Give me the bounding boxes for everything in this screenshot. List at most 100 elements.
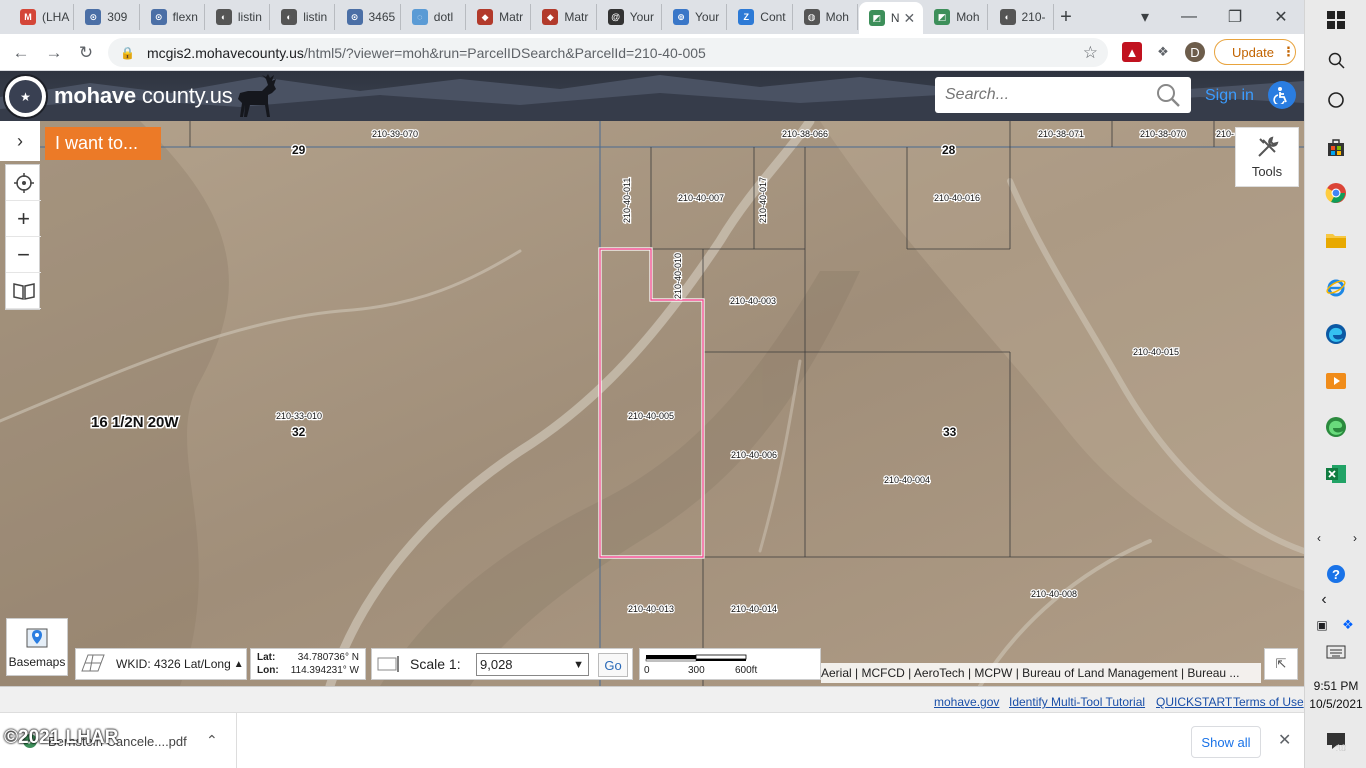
windows-start-icon[interactable] <box>1323 7 1349 33</box>
accessibility-icon[interactable] <box>1268 81 1296 109</box>
task-view-icon[interactable] <box>1323 87 1349 113</box>
parcel-label[interactable]: 210-40-005 <box>627 410 675 422</box>
browser-tab[interactable]: @ Your <box>598 4 662 30</box>
edge-icon[interactable] <box>1323 321 1349 347</box>
close-icon[interactable]: ✕ <box>1278 730 1291 750</box>
parcel-label[interactable]: 210-40-007 <box>677 192 725 204</box>
chevron-left-icon[interactable]: ‹ <box>1311 587 1337 613</box>
minimize-icon[interactable]: — <box>1178 6 1200 28</box>
parcel-label[interactable]: 210-38-066 <box>781 128 829 140</box>
scroll-right-icon[interactable]: › <box>1345 528 1365 548</box>
browser-tab[interactable]: ⊙ 3465 <box>337 4 401 30</box>
parcel-label[interactable]: 210-40-003 <box>729 295 777 307</box>
tab-search-icon[interactable]: ▾ <box>1134 6 1156 28</box>
tools-button[interactable]: Tools <box>1235 127 1299 187</box>
county-seal-logo[interactable]: ★ <box>3 74 48 119</box>
notification-center-icon[interactable]: 10 <box>1323 728 1349 754</box>
forward-icon[interactable]: → <box>42 41 66 65</box>
browser-tab[interactable]: ◍ Moh <box>794 4 858 30</box>
search-icon[interactable] <box>1155 82 1181 108</box>
browser-tab[interactable]: ⊚ Your <box>663 4 728 30</box>
address-bar[interactable]: 🔒 mcgis2.mohavecounty.us/html5/?viewer=m… <box>108 38 1108 67</box>
clock-date[interactable]: 10/5/2021 <box>1305 697 1366 711</box>
parcel-label[interactable]: 210-33-010 <box>275 410 323 422</box>
window-close-icon[interactable]: ✕ <box>1270 6 1292 28</box>
chrome-icon[interactable] <box>1323 180 1349 206</box>
profile-avatar[interactable]: D <box>1185 42 1205 62</box>
search-icon[interactable] <box>1323 47 1349 73</box>
parcel-map-canvas[interactable]: 16 1/2N 20W 29 28 32 33 210-39-070 210-3… <box>0 121 1304 686</box>
parcel-label[interactable]: 210-40-013 <box>627 603 675 615</box>
brand-wordmark[interactable]: mohave county.us <box>54 83 233 109</box>
scale-go-button[interactable]: Go <box>598 653 628 677</box>
update-button[interactable]: Update ⋮ <box>1214 39 1296 65</box>
browser-tab[interactable]: ◐ listin <box>271 4 336 30</box>
clock-time[interactable]: 9:51 PM <box>1305 679 1366 693</box>
collapse-toolbar-icon[interactable]: ⇱ <box>1264 648 1298 680</box>
dropbox-icon[interactable]: ❖ <box>1335 612 1361 638</box>
media-player-icon[interactable] <box>1323 368 1349 394</box>
browser-tab[interactable]: ◩ N ✕ <box>858 2 924 34</box>
parcel-label[interactable]: 210-40-006 <box>730 449 778 461</box>
zoom-in-icon[interactable]: + <box>6 201 41 237</box>
browser-tab[interactable]: ◆ Matr <box>467 4 532 30</box>
i-want-to-menu[interactable]: I want to... <box>45 127 161 160</box>
help-icon[interactable]: ? <box>1323 561 1349 587</box>
store-bag-icon[interactable] <box>1323 134 1349 160</box>
parcel-label[interactable]: 210- <box>1215 128 1235 140</box>
parcel-label[interactable]: 210-38-071 <box>1037 128 1085 140</box>
parcel-label[interactable]: 210-38-070 <box>1139 128 1187 140</box>
parcel-label[interactable]: 210-40-004 <box>883 474 931 486</box>
keyboard-icon[interactable] <box>1323 639 1349 665</box>
pdf-extension-icon[interactable]: ▲ <box>1122 42 1142 62</box>
chevron-up-icon[interactable]: ⌃ <box>206 732 218 749</box>
bookmark-star-icon[interactable]: ☆ <box>1083 43 1098 63</box>
show-all-downloads-button[interactable]: Show all <box>1191 726 1261 758</box>
browser-tab[interactable]: ◩ Moh <box>924 4 989 30</box>
parcel-label[interactable]: 210-40-014 <box>730 603 778 615</box>
parcel-label[interactable]: 210-40-015 <box>1132 346 1180 358</box>
locate-icon[interactable] <box>6 165 41 201</box>
parcel-label[interactable]: 210-39-070 <box>371 128 419 140</box>
restore-icon[interactable]: ❐ <box>1224 6 1246 28</box>
search-box[interactable] <box>935 77 1191 113</box>
browser-tab[interactable]: ◆ Matr <box>532 4 597 30</box>
parcel-label[interactable]: 210-40-011 <box>621 176 633 224</box>
excel-icon[interactable] <box>1323 461 1349 487</box>
back-icon[interactable]: ← <box>9 41 33 65</box>
footer-link-mohave-gov[interactable]: mohave.gov <box>934 695 999 709</box>
edge-dev-icon[interactable] <box>1323 414 1349 440</box>
extensions-puzzle-icon[interactable]: ❖ <box>1153 42 1173 62</box>
scale-select[interactable]: 9,028 ▼ <box>476 653 589 676</box>
expand-panel-icon[interactable]: › <box>0 121 40 161</box>
footer-link-tutorial[interactable]: Identify Multi-Tool Tutorial <box>1009 695 1145 709</box>
browser-tab[interactable]: ◐ 210- <box>990 4 1054 30</box>
footer-link-quickstart[interactable]: QUICKSTART <box>1156 695 1232 709</box>
usb-device-icon[interactable]: ▣ <box>1309 612 1335 638</box>
lock-icon[interactable]: 🔒 <box>120 46 135 60</box>
browser-tab[interactable]: Z Cont <box>728 4 793 30</box>
browser-tab[interactable]: M (LHA <box>10 4 75 30</box>
parcel-label[interactable]: 210-40-017 <box>757 176 769 224</box>
zoom-out-icon[interactable]: − <box>6 237 41 273</box>
browser-tab[interactable]: ⊙ 309 <box>75 4 140 30</box>
basemaps-button[interactable]: Basemaps <box>6 618 68 676</box>
sign-in-link[interactable]: Sign in <box>1205 87 1254 105</box>
parcel-label[interactable]: 210-40-010 <box>672 252 684 300</box>
reload-icon[interactable]: ↻ <box>74 41 98 65</box>
footer-link-terms[interactable]: Terms of Use <box>1233 695 1304 709</box>
parcel-label[interactable]: 210-40-016 <box>933 192 981 204</box>
browser-tab[interactable]: ⊙ flexn <box>141 4 205 30</box>
internet-explorer-icon[interactable] <box>1323 274 1349 300</box>
bookmarks-book-icon[interactable] <box>6 273 41 309</box>
browser-tab[interactable]: ◌ dotl <box>402 4 467 30</box>
parcel-label[interactable]: 210-40-008 <box>1030 588 1078 600</box>
tab-close-icon[interactable]: ✕ <box>903 10 915 27</box>
search-input[interactable] <box>945 86 1145 104</box>
file-explorer-icon[interactable] <box>1323 227 1349 253</box>
browser-tab[interactable]: ◐ listin <box>206 4 271 30</box>
coordinate-system-selector[interactable]: WKID: 4326 Lat/Long ▲ <box>75 648 247 680</box>
scroll-left-icon[interactable]: ‹ <box>1309 528 1329 548</box>
new-tab-button[interactable]: + <box>1055 6 1077 28</box>
parcel-map[interactable]: 16 1/2N 20W 29 28 32 33 210-39-070 210-3… <box>0 121 1304 686</box>
